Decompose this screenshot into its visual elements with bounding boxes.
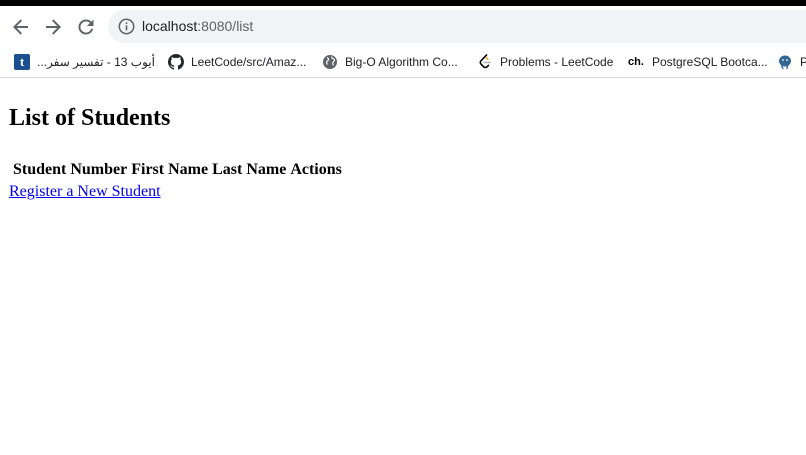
reload-icon — [78, 19, 94, 35]
address-bar[interactable]: localhost:8080/list — [108, 10, 806, 43]
bookmark-item[interactable]: Big-O Algorithm Co... — [322, 52, 458, 72]
column-header-last-name: Last Name — [212, 161, 287, 178]
forward-button[interactable] — [40, 14, 66, 40]
github-icon — [168, 54, 184, 70]
page-content: List of Students Student Number First Na… — [0, 79, 806, 455]
bookmark-label: Big-O Algorithm Co... — [345, 55, 458, 69]
bookmark-item[interactable]: ch. PostgreSQL Bootca... — [627, 52, 768, 72]
table-header-row: Student Number First Name Last Name Acti… — [12, 160, 343, 180]
back-button[interactable] — [8, 14, 34, 40]
bookmarks-bar: t أيوب 13 - تفسير سفر... LeetCode/src/Am… — [0, 46, 806, 78]
url-path: :8080/list — [197, 18, 254, 34]
column-header-actions: Actions — [290, 161, 342, 178]
globe-icon — [322, 54, 338, 70]
info-icon[interactable] — [118, 18, 135, 35]
bookmark-item[interactable]: Problems - LeetCode — [477, 52, 613, 72]
t-favicon-icon: t — [14, 54, 30, 70]
ch-favicon-icon: ch. — [628, 56, 644, 68]
bookmark-label: PostgreSQL Bootca... — [652, 55, 768, 69]
arrow-left-icon — [13, 19, 28, 35]
bookmark-label: Problems - LeetCode — [500, 55, 614, 69]
column-header-first-name: First Name — [131, 161, 209, 178]
bookmark-item[interactable]: P — [777, 52, 806, 72]
url-text[interactable]: localhost:8080/list — [142, 10, 253, 43]
postgresql-icon — [777, 54, 793, 70]
bookmark-label: LeetCode/src/Amaz... — [191, 55, 307, 69]
bookmark-item[interactable]: LeetCode/src/Amaz... — [168, 52, 306, 72]
bookmark-item[interactable]: t أيوب 13 - تفسير سفر... — [14, 52, 155, 72]
students-table: Student Number First Name Last Name Acti… — [10, 158, 345, 182]
register-student-link[interactable]: Register a New Student — [9, 183, 161, 201]
arrow-right-icon — [46, 19, 61, 35]
bookmark-label: P — [800, 55, 806, 69]
browser-toolbar: localhost:8080/list — [0, 6, 806, 46]
url-host: localhost — [142, 18, 198, 34]
reload-button[interactable] — [73, 14, 99, 40]
page-title: List of Students — [9, 105, 171, 131]
column-header-student-number: Student Number — [13, 161, 128, 178]
leetcode-icon — [477, 54, 493, 70]
bookmark-label: أيوب 13 - تفسير سفر... — [37, 55, 155, 69]
